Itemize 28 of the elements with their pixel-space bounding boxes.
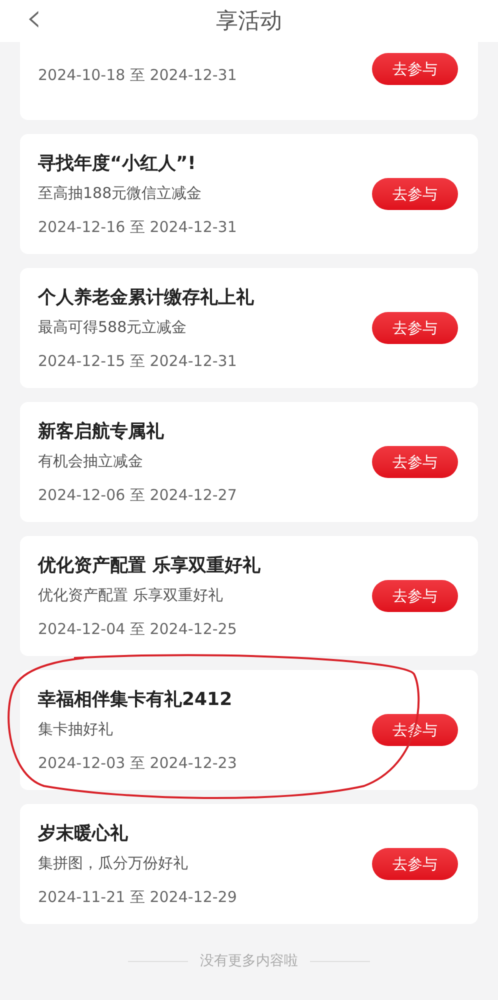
activity-date-range: 2024-10-18 至 2024-12-31 [38, 65, 237, 86]
activity-description: 集拼图，瓜分万份好礼 [38, 852, 189, 874]
activity-description: 有机会抽立减金 [38, 450, 144, 472]
activity-title: 个人养老金累计缴存礼上礼 [38, 286, 254, 310]
activity-description: 集卡抽好礼 [38, 718, 114, 740]
page-title: 享活动 [216, 8, 282, 36]
join-button[interactable]: 去参与 [372, 848, 458, 880]
activity-title: 优化资产配置 乐享双重好礼 [38, 554, 260, 578]
activity-description: 至高抽188元微信立减金 [38, 182, 203, 204]
activity-description: 优化资产配置 乐享双重好礼 [38, 584, 224, 606]
join-button[interactable]: 去参与 [372, 178, 458, 210]
activity-date-range: 2024-12-15 至 2024-12-31 [38, 350, 238, 372]
activity-date-range: 2024-12-04 至 2024-12-25 [38, 618, 238, 640]
join-button[interactable]: 去参与 [372, 580, 458, 612]
activity-date-range: 2024-11-21 至 2024-12-29 [38, 886, 237, 908]
join-button[interactable]: 去参与 [372, 53, 458, 85]
activity-date-range: 2024-12-06 至 2024-12-27 [38, 484, 237, 506]
activity-description: 最高可得588元立减金 [38, 316, 188, 338]
activity-title: 寻找年度“小红人”! [38, 152, 197, 176]
activity-date-range: 2024-12-03 至 2024-12-23 [38, 752, 237, 774]
back-button[interactable]: ‹ [26, 0, 42, 40]
activity-title: 新客启航专属礼 [38, 420, 165, 444]
activity-title: 岁末暖心礼 [38, 822, 129, 846]
activity-date-range: 2024-12-16 至 2024-12-31 [38, 216, 237, 238]
join-button[interactable]: 去参与 [372, 312, 458, 344]
join-button[interactable]: 去参与 [372, 446, 458, 478]
end-of-list-text: 没有更多内容啦 [200, 952, 298, 971]
activity-title: 幸福相伴集卡有礼2412 [38, 688, 234, 712]
